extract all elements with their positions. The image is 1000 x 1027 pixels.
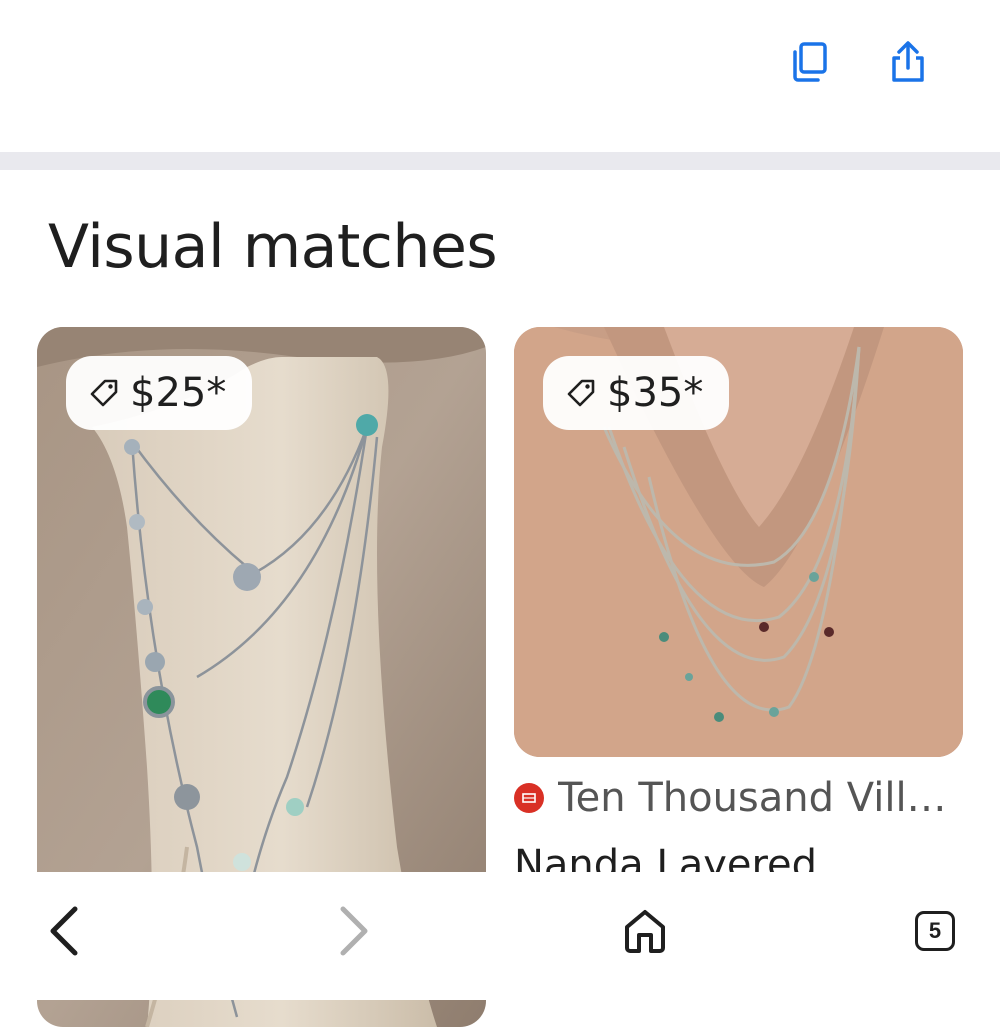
source-row[interactable]: Ten Thousand Vill… <box>514 773 984 823</box>
tabs-button[interactable]: 5 <box>900 896 970 966</box>
back-icon <box>50 906 78 956</box>
section-title: Visual matches <box>48 212 498 282</box>
copy-button[interactable] <box>788 40 832 84</box>
price-tag-icon <box>567 379 595 407</box>
home-button[interactable] <box>610 896 680 966</box>
copy-icon <box>793 42 827 82</box>
back-button[interactable] <box>30 896 100 966</box>
source-favicon-icon <box>514 783 544 813</box>
tabs-icon: 5 <box>915 911 955 951</box>
share-icon <box>892 41 924 82</box>
price-label: $35* <box>607 370 704 416</box>
price-tag-icon <box>90 379 118 407</box>
section-divider <box>0 152 1000 170</box>
forward-icon <box>340 906 368 956</box>
share-button[interactable] <box>886 40 930 84</box>
product-image[interactable]: $35* <box>514 327 963 757</box>
forward-button[interactable] <box>318 896 388 966</box>
source-name: Ten Thousand Vill… <box>558 775 947 821</box>
home-icon <box>625 910 665 953</box>
price-label: $25* <box>130 370 227 416</box>
price-chip: $35* <box>543 356 730 430</box>
price-chip: $25* <box>66 356 253 430</box>
bottom-navigation: 5 <box>0 872 1000 1000</box>
top-bar <box>0 0 1000 152</box>
